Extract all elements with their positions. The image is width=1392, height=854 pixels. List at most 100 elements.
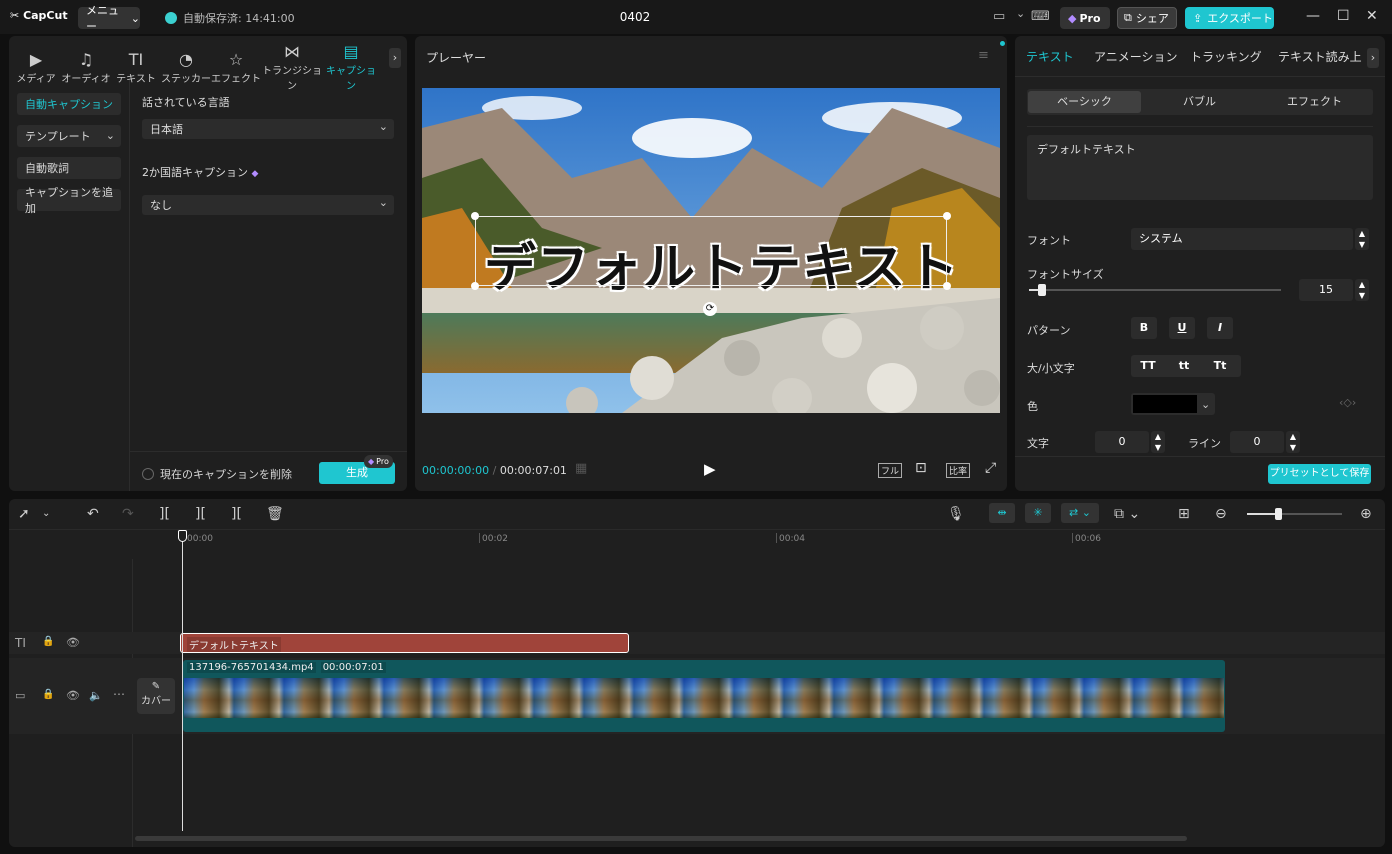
fullscreen-quality-button[interactable]: フル [878,463,903,478]
eye-icon[interactable]: 👁 [66,689,80,702]
text-content-input[interactable]: デフォルトテキスト [1027,135,1373,200]
export-button[interactable]: ⇪ エクスポート [1185,7,1274,29]
font-stepper-icon[interactable]: ▲ ▼ [1355,228,1369,250]
uppercase-button[interactable]: TT [1131,355,1165,377]
zoom-fit-icon[interactable]: ⊞ [1178,506,1190,522]
lock-icon[interactable]: 🔒 [42,636,54,647]
bilingual-select[interactable]: なし ⌄ [142,195,394,215]
subtab-bubble[interactable]: バブル [1143,91,1256,113]
layout-icon[interactable]: ▭ [993,9,1005,24]
tab-text[interactable]: TI テキスト [111,50,161,85]
preview-axis-icon[interactable]: ⧉ ⌄ [1114,506,1140,522]
line-spacing-stepper-icon[interactable]: ▲ ▼ [1286,431,1300,453]
resize-handle[interactable] [471,212,479,220]
titlecase-button[interactable]: Tt [1203,355,1237,377]
tab-caption[interactable]: ▤ キャプション [323,42,379,92]
pro-button[interactable]: ◆ Pro [1060,7,1110,29]
underline-button[interactable]: U [1169,317,1195,339]
ratio-button[interactable]: 比率 [946,463,971,478]
zoom-in-icon[interactable]: ⊕ [1360,506,1372,522]
zoom-slider[interactable] [1247,508,1342,520]
split-icon[interactable]: ][ [159,506,170,522]
lock-icon[interactable]: 🔒 [42,689,54,700]
undo-icon[interactable]: ↶ [87,506,99,522]
split-right-icon[interactable]: ][ [231,506,242,522]
export-label: エクスポート [1207,12,1273,25]
expand-icon[interactable]: ⤢ [985,460,996,476]
italic-button[interactable]: I [1207,317,1233,339]
more-icon[interactable]: ⋯ [113,687,125,701]
grid-icon[interactable]: ▦ [575,461,587,476]
resize-handle[interactable] [943,282,951,290]
tabs-next-icon[interactable]: › [1367,48,1379,68]
char-spacing-stepper-icon[interactable]: ▲ ▼ [1151,431,1165,453]
delete-icon[interactable]: 🗑 [266,506,284,522]
resize-handle[interactable] [943,212,951,220]
magnet-icon[interactable]: ✳ [1025,503,1051,523]
text-clip[interactable]: デフォルトテキスト [180,633,629,653]
redo-icon[interactable]: ↷ [122,506,134,522]
font-size-stepper-icon[interactable]: ▲ ▼ [1355,279,1369,301]
language-select[interactable]: 日本語 ⌄ [142,119,394,139]
lowercase-button[interactable]: tt [1165,355,1203,377]
color-picker[interactable]: ⌄ [1131,393,1215,415]
tab-transition[interactable]: ⋈ トランジション [261,42,323,92]
side-template[interactable]: テンプレート ⌄ [17,125,121,147]
keyboard-icon[interactable]: ⌨ [1031,9,1050,24]
caption-selection-box[interactable] [475,216,947,286]
keyframe-icon[interactable]: ‹◇› [1339,396,1356,409]
close-icon[interactable]: ✕ [1366,8,1378,24]
layout-chevron-icon[interactable]: ⌄ [1016,7,1025,20]
tab-audio[interactable]: ♫ オーディオ [61,50,111,85]
save-preset-button[interactable]: プリセットとして保存 [1268,464,1371,484]
side-add-caption[interactable]: キャプションを追加 [17,186,121,215]
hamburger-icon[interactable]: ≡ [978,48,989,63]
tabs-next-icon[interactable]: › [389,48,401,68]
tab-text[interactable]: テキスト [1026,48,1074,65]
eye-icon[interactable]: 👁 [66,636,80,649]
microphone-icon[interactable]: 🎙 [947,506,965,522]
crop-icon[interactable]: ⊡ [915,460,927,476]
select-tool-icon[interactable]: ➚ [18,506,30,522]
tab-animation[interactable]: アニメーション [1094,48,1178,65]
side-auto-lyrics[interactable]: 自動歌詞 [17,157,121,179]
tab-effect[interactable]: ☆ エフェクト [211,50,261,85]
font-size-slider[interactable] [1029,284,1281,296]
horizontal-scrollbar[interactable] [135,836,1187,841]
tab-text-to-speech[interactable]: テキスト読み上 [1278,48,1362,65]
cover-button[interactable]: ✎ カバー [137,678,175,714]
speaker-icon[interactable]: 🔈 [89,689,103,702]
bold-button[interactable]: B [1131,317,1157,339]
playhead-handle[interactable] [178,530,187,542]
rotate-handle-icon[interactable]: ⟳ [703,302,717,316]
link-main-track-icon[interactable]: ⇹ [989,503,1015,523]
split-left-icon[interactable]: ][ [195,506,206,522]
chevron-down-icon[interactable]: ⌄ [42,508,50,519]
zoom-out-icon[interactable]: ⊖ [1215,506,1227,522]
divider [1015,456,1385,457]
font-size-input[interactable]: 15 [1299,279,1353,301]
zoom-slider-thumb[interactable] [1275,508,1283,520]
tab-tracking[interactable]: トラッキング [1190,48,1262,65]
tab-sticker[interactable]: ◔ ステッカー [161,50,211,85]
minimize-icon[interactable]: — [1306,8,1320,24]
menu-button[interactable]: メニュー ⌄ [78,4,140,33]
font-size-slider-thumb[interactable] [1037,284,1046,296]
video-preview[interactable]: デフォルトテキスト ⟳ [422,88,1000,413]
delete-caption-checkbox[interactable]: 現在のキャプションを削除 [142,466,292,482]
playhead[interactable] [182,533,183,831]
maximize-icon[interactable]: ☐ [1337,8,1350,24]
char-spacing-input[interactable]: 0 [1095,431,1149,453]
linkage-icon[interactable]: ⇄ ⌄ [1061,503,1099,523]
line-spacing-input[interactable]: 0 [1230,431,1284,453]
resize-handle[interactable] [471,282,479,290]
video-clip[interactable]: 137196-765701434.mp4 00:00:07:01 [183,660,1225,732]
subtab-basic[interactable]: ベーシック [1028,91,1141,113]
divider [130,451,407,452]
tab-media[interactable]: ▶ メディア [11,50,61,85]
share-button[interactable]: ⧉ シェア [1117,7,1177,29]
subtab-effect[interactable]: エフェクト [1258,91,1371,113]
play-icon[interactable]: ▶ [704,460,716,478]
font-select[interactable]: システム [1131,228,1353,250]
side-auto-caption[interactable]: 自動キャプション [17,93,121,115]
